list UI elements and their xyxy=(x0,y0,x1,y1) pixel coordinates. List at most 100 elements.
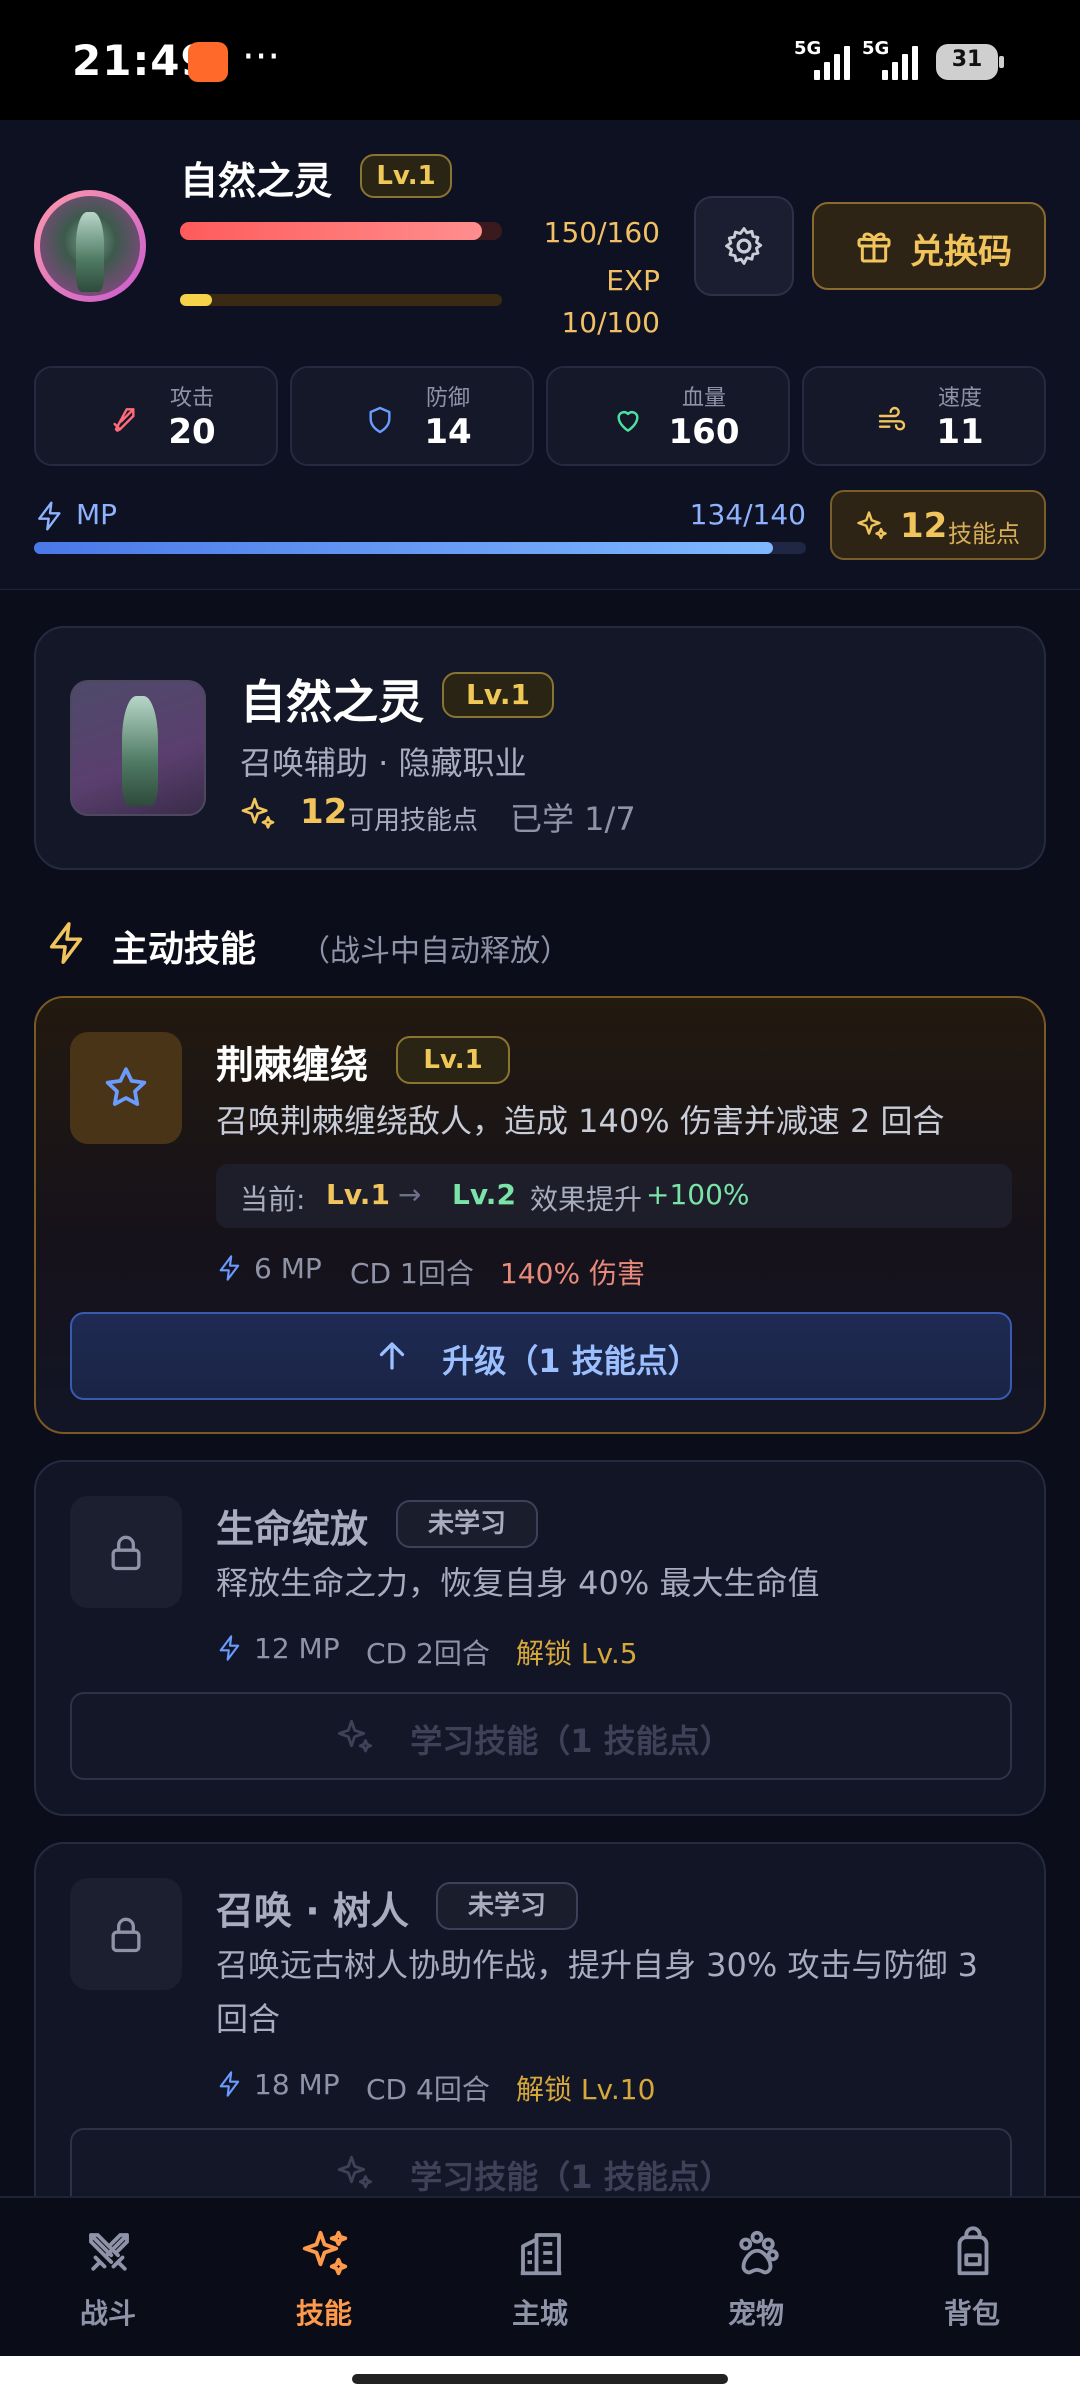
stat-card-defense: 防御 14 xyxy=(290,366,534,466)
exp-bar-fill xyxy=(180,294,213,306)
nav-label: 战斗 xyxy=(79,2297,136,2330)
skill-icon xyxy=(70,1878,182,1990)
learn-button-label: 学习技能（1 技能点） xyxy=(410,1722,732,1760)
skill-cooldown: CD 4回合 xyxy=(366,2073,490,2106)
skill-points-count: 12 xyxy=(900,506,948,546)
skill-name: 召唤 · 树人 xyxy=(216,1889,409,1933)
learned-count: 已学 1/7 xyxy=(510,800,636,838)
settings-button[interactable] xyxy=(694,196,794,296)
class-level-badge: Lv.1 xyxy=(442,672,554,718)
skill-damage: 140% 伤害 xyxy=(500,1257,645,1290)
redeem-label: 兑换码 xyxy=(910,232,1012,272)
upgrade-effect-label: 效果提升 xyxy=(530,1183,643,1216)
swords-icon xyxy=(89,2233,129,2271)
building-icon xyxy=(520,2233,562,2276)
nav-label: 技能 xyxy=(295,2297,352,2330)
mp-label: MP xyxy=(76,498,118,531)
lock-icon xyxy=(111,1535,141,1571)
skill-description: 召唤荆棘缠绕敌人，造成 140% 伤害并减速 2 回合 xyxy=(216,1102,945,1140)
stat-value: 20 xyxy=(168,412,216,452)
nav-label: 宠物 xyxy=(727,2297,784,2330)
nav-label: 背包 xyxy=(943,2297,1000,2330)
skill-unlock-level: 解锁 Lv.10 xyxy=(516,2073,656,2106)
nav-tab-pets[interactable]: 宠物 xyxy=(648,2196,864,2356)
class-portrait xyxy=(70,680,206,816)
skill-icon xyxy=(70,1496,182,1608)
skill-mp-cost: 18 MP xyxy=(254,2068,340,2101)
upgrade-current-label: 当前: xyxy=(240,1183,306,1216)
battery-icon: 31 xyxy=(936,44,1004,80)
sparkles-icon xyxy=(241,797,275,829)
gesture-bar xyxy=(0,2356,1080,2400)
stat-label: 血量 xyxy=(681,386,726,411)
signal-icon: 5G xyxy=(862,38,922,80)
stat-label: 防御 xyxy=(425,386,470,411)
upgrade-to-level: Lv.2 xyxy=(452,1178,516,1211)
upgrade-preview: 当前: Lv.1 → Lv.2 效果提升 +100% xyxy=(216,1164,1012,1228)
paw-icon xyxy=(739,2230,779,2275)
skill-cooldown: CD 1回合 xyxy=(350,1257,474,1290)
skill-name: 生命绽放 xyxy=(216,1507,369,1551)
stat-label: 速度 xyxy=(937,386,982,411)
skill-points-unit: 技能点 xyxy=(948,520,1020,548)
lightning-icon xyxy=(219,2071,240,2097)
mp-text: 134/140 xyxy=(689,498,806,531)
nav-tab-backpack[interactable]: 背包 xyxy=(864,2196,1080,2356)
upgrade-effect-value: +100% xyxy=(646,1178,750,1211)
class-name: 自然之灵 xyxy=(240,675,424,729)
sparkles-icon xyxy=(857,511,887,540)
mp-bar-fill xyxy=(34,542,773,554)
class-subtitle: 召唤辅助 · 隐藏职业 xyxy=(240,744,527,782)
skill-cooldown: CD 2回合 xyxy=(366,1637,490,1670)
lock-icon xyxy=(111,1917,141,1953)
hp-bar-fill xyxy=(180,222,482,240)
gear-icon xyxy=(725,227,763,265)
lightning-icon xyxy=(219,1255,240,1281)
nav-tab-skills[interactable]: 技能 xyxy=(216,2196,432,2356)
lightning-icon xyxy=(219,1635,240,1661)
upgrade-button[interactable]: 升级（1 技能点） xyxy=(70,1312,1012,1400)
redeem-code-button[interactable]: 兑换码 xyxy=(812,202,1046,290)
hero-name: 自然之灵 xyxy=(180,159,333,203)
skill-description: 释放生命之力，恢复自身 40% 最大生命值 xyxy=(216,1564,820,1602)
skill-mp-cost: 6 MP xyxy=(254,1252,322,1285)
nav-tab-battle[interactable]: 战斗 xyxy=(0,2196,216,2356)
stat-label: 攻击 xyxy=(169,386,214,411)
app-notification-icon xyxy=(188,42,228,82)
class-points-label: 可用技能点 xyxy=(348,806,479,836)
stat-value: 14 xyxy=(424,412,472,452)
sparkles-icon xyxy=(302,2230,348,2276)
learn-skill-button[interactable]: 学习技能（1 技能点） xyxy=(70,1692,1012,1780)
home-indicator[interactable] xyxy=(352,2374,728,2384)
hp-text: 150/160 xyxy=(543,216,660,249)
skill-icon xyxy=(70,1032,182,1144)
signal-icon: 5G xyxy=(794,38,854,80)
nav-tab-city[interactable]: 主城 xyxy=(432,2196,648,2356)
lightning-icon xyxy=(38,501,61,531)
hero-level-badge: Lv.1 xyxy=(360,154,452,198)
stat-card-speed: 速度 11 xyxy=(802,366,1046,466)
skill-unlock-level: 解锁 Lv.5 xyxy=(516,1637,638,1670)
section-note: （战斗中自动释放） xyxy=(300,934,570,969)
upgrade-button-label: 升级（1 技能点） xyxy=(442,1342,700,1380)
nav-label: 主城 xyxy=(511,2297,568,2330)
skill-level-badge: Lv.1 xyxy=(396,1036,510,1084)
arrow-right-icon: → xyxy=(398,1178,422,1211)
hero-portrait xyxy=(40,196,140,296)
star-icon xyxy=(105,1067,147,1106)
skill-points-button[interactable]: 12 技能点 xyxy=(830,490,1046,560)
stat-value: 160 xyxy=(668,412,740,452)
exp-text: 10/100 xyxy=(561,306,660,339)
skill-description: 召唤远古树人协助作战，提升自身 30% 攻击与防御 3 回合 xyxy=(216,1946,979,2038)
status-bar: 21:49 ··· 5G 5G 31 xyxy=(0,0,1080,120)
skill-mp-cost: 12 MP xyxy=(254,1632,340,1665)
lightning-icon xyxy=(49,922,83,964)
section-title: 主动技能 xyxy=(112,929,257,970)
backpack-icon xyxy=(957,2226,989,2276)
stat-card-hp: 血量 160 xyxy=(546,366,790,466)
not-learned-badge: 未学习 xyxy=(396,1500,538,1548)
exp-bar-track xyxy=(180,294,502,306)
upgrade-from-level: Lv.1 xyxy=(326,1178,390,1211)
gift-icon xyxy=(857,232,891,263)
skill-name: 荆棘缠绕 xyxy=(216,1043,369,1087)
